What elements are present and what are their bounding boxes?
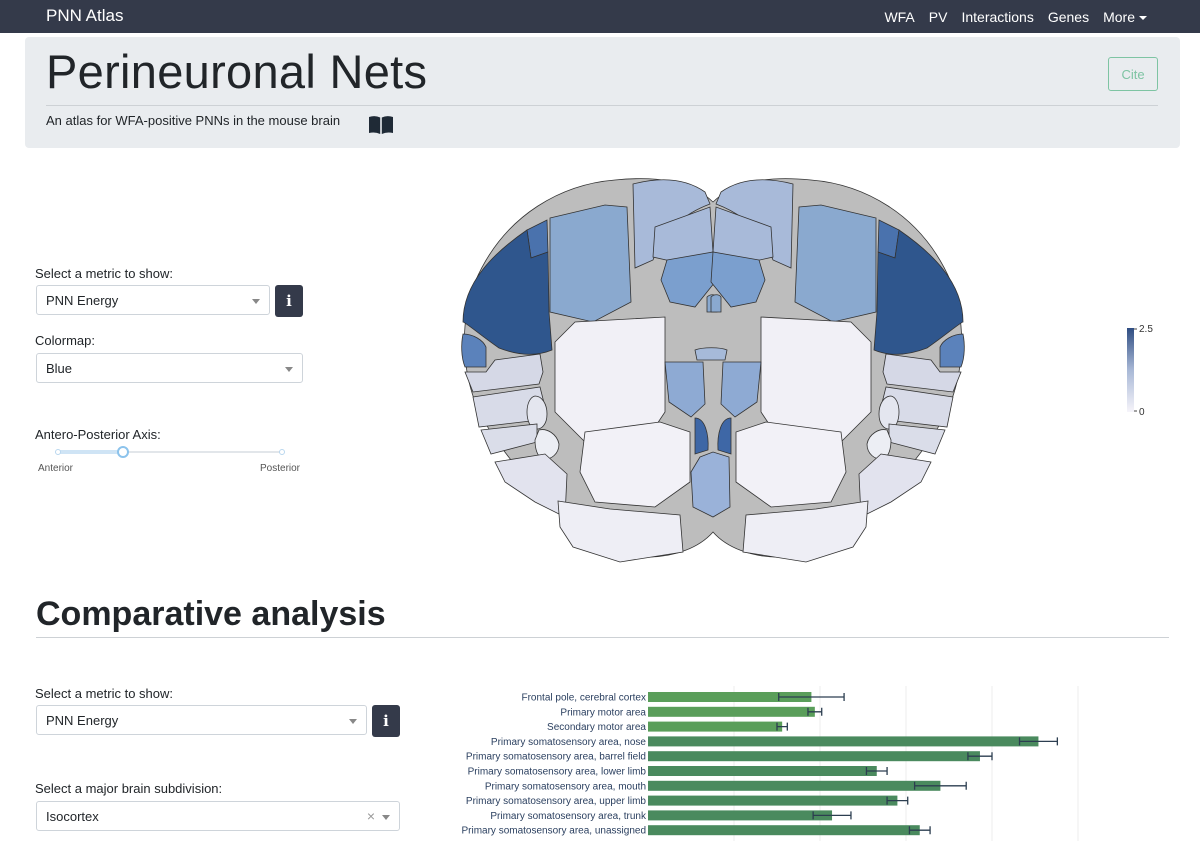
dropdown-arrow-icon xyxy=(285,367,293,372)
brain-region xyxy=(794,204,877,323)
colorbar-max-label: 2.5 xyxy=(1139,324,1153,335)
subdivision-label: Select a major brain subdivision: xyxy=(35,781,223,796)
comparative-bar-chart: Frontal pole, cerebral cortex Primary mot… xyxy=(461,686,1079,841)
brain-region xyxy=(579,421,691,508)
nav-link-more-label: More xyxy=(1103,8,1135,25)
brain-section-map xyxy=(461,178,965,563)
bar xyxy=(648,706,815,717)
caret-down-icon xyxy=(1139,15,1147,20)
bar-label: Primary motor area xyxy=(560,707,646,718)
metric-label: Select a metric to show: xyxy=(35,266,173,281)
brain-region xyxy=(735,421,847,508)
comparative-metric-value: PNN Energy xyxy=(46,712,119,728)
colorbar-min-label: 0 xyxy=(1139,407,1145,418)
bar-label: Primary somatosensory area, trunk xyxy=(490,811,647,822)
axis-label: Antero-Posterior Axis: xyxy=(35,427,161,442)
bar xyxy=(648,751,980,762)
header-divider xyxy=(46,105,1158,106)
metric-info-button[interactable]: i xyxy=(275,285,303,317)
nav-link-wfa[interactable]: WFA xyxy=(877,9,921,25)
navbar: PNN Atlas WFA PV Interactions Genes More xyxy=(0,0,1200,33)
comparative-metric-label: Select a metric to show: xyxy=(35,686,173,701)
dropdown-arrow-icon xyxy=(349,719,357,724)
colorbar: 2.5 0 xyxy=(1127,324,1153,418)
bar xyxy=(648,810,833,821)
info-icon: i xyxy=(383,712,389,730)
cite-button[interactable]: Cite xyxy=(1108,57,1158,91)
ap-slider-handle[interactable] xyxy=(116,446,129,458)
nav-link-interactions[interactable]: Interactions xyxy=(954,9,1040,25)
brain-region xyxy=(690,451,731,518)
bar xyxy=(648,825,920,836)
book-icon[interactable] xyxy=(368,115,394,135)
header-jumbotron: Perineuronal Nets Cite An atlas for WFA-… xyxy=(25,37,1180,148)
nav-link-pv[interactable]: PV xyxy=(922,9,955,25)
subdivision-select[interactable]: Isocortex × xyxy=(36,801,400,831)
bar-label: Primary somatosensory area, barrel field xyxy=(466,752,646,763)
bar xyxy=(648,766,877,776)
colormap-select-value: Blue xyxy=(46,360,73,376)
slider-end-dot xyxy=(279,449,285,455)
slider-start-dot xyxy=(55,449,61,455)
metric-select-value: PNN Energy xyxy=(46,292,119,308)
brain-region xyxy=(549,204,632,323)
bar xyxy=(648,795,898,806)
dropdown-arrow-icon xyxy=(252,299,260,304)
bar xyxy=(648,721,783,732)
colormap-select[interactable]: Blue xyxy=(36,353,303,383)
ap-slider-fill xyxy=(58,450,123,454)
brain-region xyxy=(710,294,722,313)
comparative-metric-select[interactable]: PNN Energy xyxy=(36,705,367,735)
subdivision-value: Isocortex xyxy=(46,808,99,824)
brain-region xyxy=(694,347,728,361)
nav-link-genes[interactable]: Genes xyxy=(1041,9,1096,25)
bar-label: Primary somatosensory area, nose xyxy=(491,737,647,748)
colorbar-gradient xyxy=(1127,328,1134,412)
bar-label: Frontal pole, cerebral cortex xyxy=(521,693,646,704)
bar xyxy=(648,780,941,791)
metric-select[interactable]: PNN Energy xyxy=(36,285,270,315)
axis-start-label: Anterior xyxy=(38,463,74,474)
dropdown-arrow-icon xyxy=(382,815,390,820)
bar-label: Primary somatosensory area, upper limb xyxy=(466,796,647,807)
bar xyxy=(648,736,1039,747)
bar-label: Primary somatosensory area, mouth xyxy=(485,781,646,792)
page-subtitle: An atlas for WFA-positive PNNs in the mo… xyxy=(46,113,341,128)
axis-end-label: Posterior xyxy=(260,463,301,474)
comparative-info-button[interactable]: i xyxy=(372,705,400,737)
nav-links: WFA PV Interactions Genes More xyxy=(877,0,1154,33)
section-title: Comparative analysis xyxy=(36,595,386,633)
colormap-label: Colormap: xyxy=(35,333,95,348)
clear-icon[interactable]: × xyxy=(367,808,375,824)
bar-label: Secondary motor area xyxy=(547,722,646,733)
section-divider xyxy=(36,637,1169,638)
info-icon: i xyxy=(286,292,292,310)
brand-link[interactable]: PNN Atlas xyxy=(46,6,123,26)
nav-link-more[interactable]: More xyxy=(1096,9,1154,25)
bar-label: Primary somatosensory area, unassigned xyxy=(461,826,646,837)
bar-label: Primary somatosensory area, lower limb xyxy=(468,767,647,778)
page-title: Perineuronal Nets xyxy=(46,45,428,98)
